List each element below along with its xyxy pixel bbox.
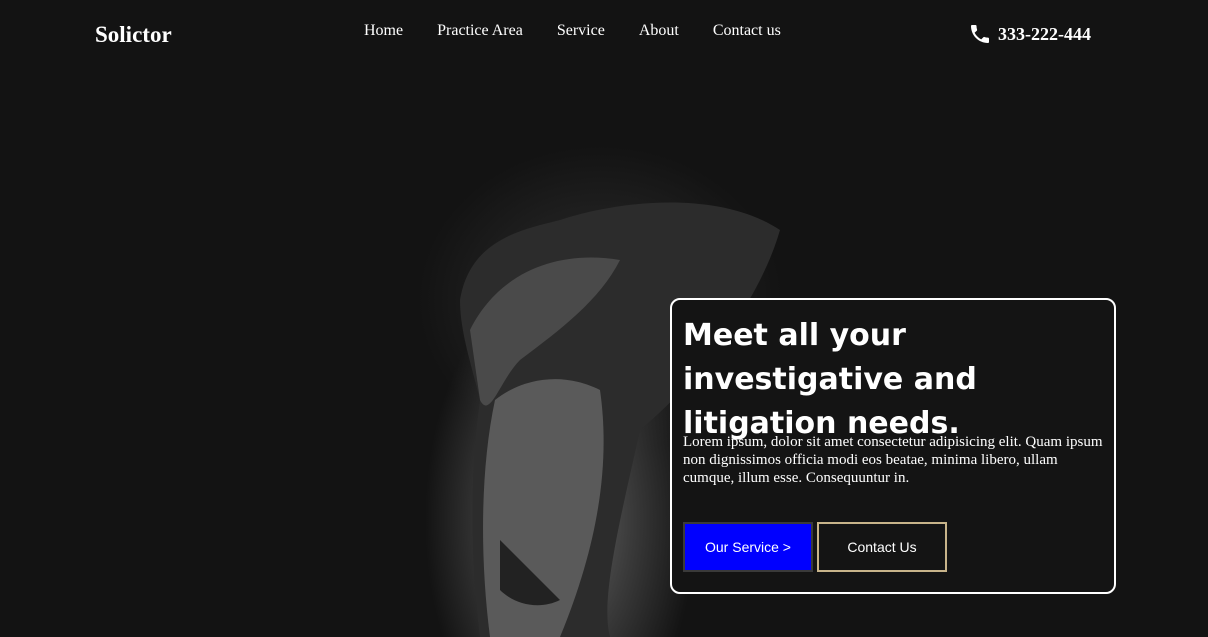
phone-icon xyxy=(971,25,989,43)
hero-description: Lorem ipsum, dolor sit amet consectetur … xyxy=(683,434,1103,486)
phone-number: 333-222-444 xyxy=(998,23,1091,44)
hero-headline: Meet all your investigative and litigati… xyxy=(683,318,977,441)
nav-contact-us[interactable]: Contact us xyxy=(713,22,781,40)
phone-contact[interactable]: 333-222-444 xyxy=(968,22,1091,46)
brand-logo[interactable]: Solictor xyxy=(95,22,172,48)
site-header: Solictor Home Practice Area Service Abou… xyxy=(0,0,1208,70)
contact-us-button[interactable]: Contact Us xyxy=(817,522,947,572)
nav-practice-area[interactable]: Practice Area xyxy=(437,22,523,40)
hero-card: Meet all your investigative and litigati… xyxy=(670,298,1116,594)
nav-about[interactable]: About xyxy=(639,22,679,40)
nav-service[interactable]: Service xyxy=(557,22,605,40)
our-service-button[interactable]: Our Service > xyxy=(683,522,813,572)
nav-home[interactable]: Home xyxy=(364,22,403,40)
main-nav: Home Practice Area Service About Contact… xyxy=(364,22,815,40)
